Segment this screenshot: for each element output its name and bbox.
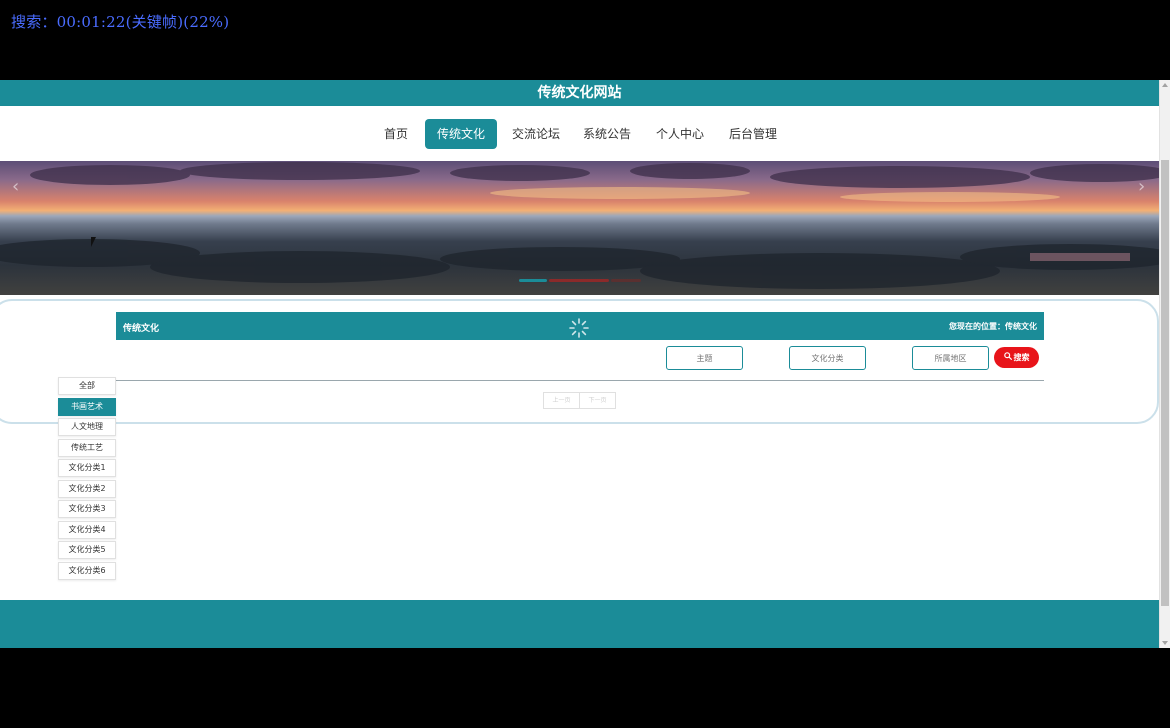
category-item-culture-4[interactable]: 文化分类4 (58, 520, 116, 539)
browser-viewport: 传统文化网站 首页 传统文化 交流论坛 系统公告 个人中心 后台管理 ‹ › 传… (0, 80, 1170, 648)
loading-spinner-icon (569, 318, 589, 338)
recording-overlay-text: 搜索：00:01:22(关键帧)(22%) (11, 13, 230, 31)
category-item-traditional-crafts[interactable]: 传统工艺 (58, 438, 116, 457)
carousel-indicators (519, 279, 659, 283)
carousel-dot-active[interactable] (519, 279, 547, 282)
nav-item-forum[interactable]: 交流论坛 (506, 119, 566, 149)
vertical-scrollbar[interactable] (1159, 80, 1170, 648)
next-page-button[interactable]: 下一页 (579, 392, 616, 409)
search-icon (1003, 352, 1012, 360)
category-sidebar: 全部 书画艺术 人文地理 传统工艺 文化分类1 文化分类2 文化分类3 文化分类… (58, 377, 118, 582)
nav-item-admin[interactable]: 后台管理 (722, 119, 784, 149)
category-item-culture-2[interactable]: 文化分类2 (58, 479, 116, 498)
category-item-humanities-geography[interactable]: 人文地理 (58, 418, 116, 436)
site-footer (0, 600, 1159, 648)
carousel-dot[interactable] (549, 279, 609, 282)
banner-carousel[interactable]: ‹ › (0, 161, 1159, 295)
prev-page-button[interactable]: 上一页 (543, 392, 580, 409)
topic-input[interactable] (666, 346, 743, 370)
search-button[interactable]: 搜索 (994, 347, 1039, 368)
search-button-label: 搜索 (1013, 353, 1030, 362)
main-nav: 首页 传统文化 交流论坛 系统公告 个人中心 后台管理 (0, 106, 1159, 161)
pagination: 上一页 下一页 (543, 392, 616, 409)
chevron-right-icon[interactable]: › (1138, 176, 1145, 197)
region-input[interactable] (912, 346, 989, 370)
category-item-culture-3[interactable]: 文化分类3 (58, 500, 116, 518)
carousel-dot[interactable] (611, 279, 641, 282)
category-item-culture-6[interactable]: 文化分类6 (58, 561, 116, 580)
category-item-all[interactable]: 全部 (58, 377, 116, 395)
nav-item-home[interactable]: 首页 (376, 119, 416, 149)
breadcrumb: 您现在的位置：传统文化 (949, 322, 1037, 331)
scroll-thumb[interactable] (1161, 160, 1169, 606)
section-header: 传统文化 您现在的位置：传统文化 (116, 312, 1044, 340)
scroll-up-arrow-icon[interactable] (1162, 83, 1168, 87)
site-title: 传统文化网站 (537, 85, 622, 101)
nav-item-announcements[interactable]: 系统公告 (577, 119, 637, 149)
nav-item-culture[interactable]: 传统文化 (425, 119, 497, 149)
divider (116, 380, 1044, 381)
category-item-culture-1[interactable]: 文化分类1 (58, 459, 116, 477)
category-item-culture-5[interactable]: 文化分类5 (58, 541, 116, 559)
category-item-calligraphy-painting[interactable]: 书画艺术 (58, 397, 116, 416)
nav-item-profile[interactable]: 个人中心 (650, 119, 710, 149)
section-title: 传统文化 (123, 324, 160, 334)
site-header: 传统文化网站 (0, 80, 1159, 106)
category-input[interactable] (789, 346, 866, 370)
chevron-left-icon[interactable]: ‹ (12, 176, 19, 197)
banner-image (0, 162, 1159, 289)
scroll-down-arrow-icon[interactable] (1162, 641, 1168, 645)
mouse-cursor-icon (91, 237, 96, 247)
